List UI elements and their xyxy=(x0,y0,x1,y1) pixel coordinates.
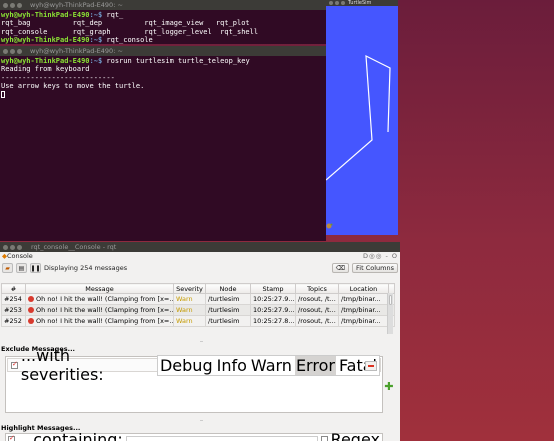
message-table[interactable]: # Message Severity Node Stamp Topics Loc… xyxy=(1,283,395,327)
turtlesim-window[interactable]: TurtleSim xyxy=(326,0,398,235)
error-icon xyxy=(28,296,34,302)
cell-node: /turtlesim xyxy=(205,304,251,316)
message-count-status: Displaying 254 messages xyxy=(44,264,128,272)
turtle-icon xyxy=(326,223,333,229)
rqt-titlebar[interactable]: rqt_console__Console - rqt xyxy=(0,242,400,252)
severity-error[interactable]: Error xyxy=(294,355,336,375)
cell-node: /turtlesim xyxy=(205,293,251,305)
terminal-2-title: wyh@wyh-ThinkPad-E490: ~ xyxy=(30,47,123,55)
exclude-filter-checkbox[interactable] xyxy=(11,360,18,369)
table-header-row: # Message Severity Node Stamp Topics Loc… xyxy=(1,283,395,294)
maximize-icon[interactable] xyxy=(341,1,345,5)
cell-message: Oh no! I hit the wall! (Clamping from [x… xyxy=(25,293,174,305)
cell-message: Oh no! I hit the wall! (Clamping from [x… xyxy=(25,315,174,327)
clear-button[interactable]: ⌫ xyxy=(331,263,350,273)
error-icon xyxy=(28,318,34,324)
cell-stamp: 10:25:27.9... xyxy=(250,293,296,305)
maximize-icon[interactable] xyxy=(17,48,22,54)
plugin-title: Console xyxy=(7,252,33,260)
cell-severity: Warn xyxy=(173,315,206,327)
highlight-text-input[interactable] xyxy=(125,435,318,441)
save-icon[interactable]: ▤ xyxy=(16,263,27,273)
splitter-handle[interactable] xyxy=(200,341,203,342)
column-header-location[interactable]: Location xyxy=(338,283,389,294)
load-icon[interactable]: ▰ xyxy=(2,263,13,273)
error-icon xyxy=(28,307,34,313)
exclude-filter-label: ...with severities: xyxy=(20,346,104,384)
terminal-window-1[interactable]: wyh@wyh-ThinkPad-E490: ~ wyh@wyh-ThinkPa… xyxy=(0,0,326,44)
fit-columns-button[interactable]: Fit Columns xyxy=(352,263,398,273)
terminal-1-titlebar[interactable]: wyh@wyh-ThinkPad-E490: ~ xyxy=(0,0,326,10)
exclude-severity-filter: ...with severities: Debug Info Warn Erro… xyxy=(7,346,381,384)
minimize-icon[interactable] xyxy=(10,48,15,54)
rqt-window-title: rqt_console__Console - rqt xyxy=(31,243,117,251)
highlight-text-filter: ...containing: Regex xyxy=(8,430,380,441)
highlight-filter-label: ...containing: xyxy=(18,429,123,441)
add-filter-button[interactable]: ✚ xyxy=(384,380,394,393)
cell-number: #253 xyxy=(1,304,26,316)
cell-stamp: 10:25:27.8... xyxy=(250,315,296,327)
close-icon[interactable] xyxy=(3,244,8,250)
cell-message: Oh no! I hit the wall! (Clamping from [x… xyxy=(25,304,174,316)
rqt-plugin-header: ◆Console D◎◎ - O xyxy=(0,252,400,261)
cell-number: #254 xyxy=(1,293,26,305)
minus-icon xyxy=(368,365,374,367)
column-header-topics[interactable]: Topics xyxy=(295,283,339,294)
column-header-number[interactable]: # xyxy=(1,283,26,294)
plugin-window-controls[interactable]: D◎◎ - O xyxy=(363,252,398,261)
close-icon[interactable] xyxy=(329,1,333,5)
minimize-icon[interactable] xyxy=(10,2,15,8)
cell-number: #252 xyxy=(1,315,26,327)
highlight-filter-checkbox[interactable] xyxy=(8,434,15,441)
table-row[interactable]: #254 Oh no! I hit the wall! (Clamping fr… xyxy=(1,293,395,305)
column-header-severity[interactable]: Severity xyxy=(173,283,206,294)
table-row[interactable]: #252 Oh no! I hit the wall! (Clamping fr… xyxy=(1,315,395,327)
severity-debug[interactable]: Debug xyxy=(159,356,214,375)
minimize-icon[interactable] xyxy=(335,1,339,5)
minimize-icon[interactable] xyxy=(10,244,15,250)
cell-topics: /rosout, /t... xyxy=(295,304,339,316)
close-icon[interactable] xyxy=(3,2,8,8)
terminal-2-titlebar[interactable]: wyh@wyh-ThinkPad-E490: ~ xyxy=(0,46,326,56)
regex-label: Regex xyxy=(330,429,380,441)
turtle-path-drawing xyxy=(326,54,391,229)
rqt-toolbar: ▰ ▤ ❚❚ Displaying 254 messages ⌫ Fit Col… xyxy=(0,261,400,275)
severity-info[interactable]: Info xyxy=(216,356,248,375)
scrollbar-thumb[interactable] xyxy=(389,295,392,305)
remove-filter-button[interactable] xyxy=(365,361,377,371)
cell-node: /turtlesim xyxy=(205,315,251,327)
text-cursor xyxy=(1,90,5,98)
pause-icon[interactable]: ❚❚ xyxy=(30,263,41,273)
table-scrollbar[interactable] xyxy=(387,293,393,334)
column-header-spacer xyxy=(388,283,395,294)
turtle-path xyxy=(326,54,391,181)
table-row[interactable]: #253 Oh no! I hit the wall! (Clamping fr… xyxy=(1,304,395,316)
cell-topics: /rosout, /t... xyxy=(295,293,339,305)
cell-severity: Warn xyxy=(173,293,206,305)
cell-stamp: 10:25:27.9... xyxy=(250,304,296,316)
terminal-1-output[interactable]: wyh@wyh-ThinkPad-E490:~$ rqt_ rqt_bag rq… xyxy=(0,10,326,44)
exclude-filter-list: ...with severities: Debug Info Warn Erro… xyxy=(5,346,383,413)
cell-location: /tmp/binar... xyxy=(338,315,389,327)
splitter-handle[interactable] xyxy=(200,420,203,421)
close-icon[interactable] xyxy=(3,48,8,54)
maximize-icon[interactable] xyxy=(17,244,22,250)
terminal-1-title: wyh@wyh-ThinkPad-E490: ~ xyxy=(30,1,123,9)
terminal-window-2[interactable]: wyh@wyh-ThinkPad-E490: ~ wyh@wyh-ThinkPa… xyxy=(0,46,326,241)
column-header-stamp[interactable]: Stamp xyxy=(250,283,296,294)
column-header-message[interactable]: Message xyxy=(25,283,174,294)
turtlesim-canvas xyxy=(326,6,398,235)
cell-location: /tmp/binar... xyxy=(338,304,389,316)
column-header-node[interactable]: Node xyxy=(205,283,251,294)
cell-severity: Warn xyxy=(173,304,206,316)
highlight-filter-list: ...containing: Regex xyxy=(5,430,383,441)
cell-location: /tmp/binar... xyxy=(338,293,389,305)
severity-warn[interactable]: Warn xyxy=(250,356,293,375)
severity-list: Debug Info Warn Error Fatal xyxy=(156,354,380,376)
maximize-icon[interactable] xyxy=(17,2,22,8)
cell-topics: /rosout, /t... xyxy=(295,315,339,327)
regex-checkbox[interactable] xyxy=(320,435,328,441)
terminal-2-output[interactable]: wyh@wyh-ThinkPad-E490:~$ rosrun turtlesi… xyxy=(0,56,326,99)
